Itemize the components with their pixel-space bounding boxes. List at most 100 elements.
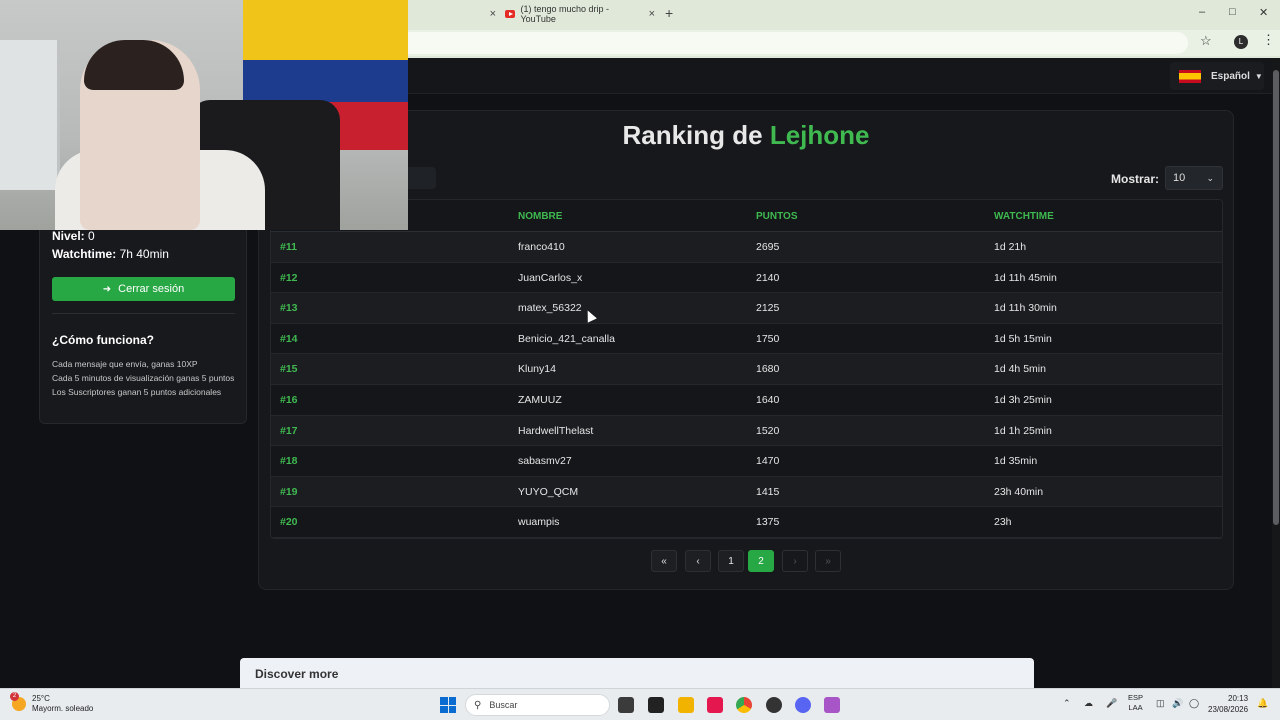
discord-icon[interactable] [795,697,811,713]
divider [52,313,235,314]
app-icon[interactable] [824,697,840,713]
clock-time: 20:13 [1228,694,1249,703]
restore-icon[interactable]: □ [1229,6,1236,18]
browser-menu-icon[interactable]: ⋮ [1262,32,1275,48]
next-page-button[interactable]: › [782,550,808,572]
capcut-icon[interactable] [648,697,664,713]
obs-icon[interactable] [766,697,782,713]
page-button-1[interactable]: 1 [718,550,744,572]
start-icon[interactable] [440,697,456,713]
rank-cell: #16 [280,394,298,406]
discover-more-banner[interactable]: Discover more [240,658,1034,688]
lang-top: ESP [1128,693,1144,702]
watchtime-cell: 1d 3h 25min [994,394,1052,406]
table-row[interactable]: #18 sabasmv27 1470 1d 35min [271,446,1222,477]
task-view-icon[interactable] [618,697,634,713]
watchtime-cell: 1d 4h 5min [994,363,1046,376]
file-explorer-icon[interactable] [678,697,694,713]
language-label: Español [1211,70,1250,82]
points-cell: 1680 [756,363,780,376]
table-header: NOMBRE PUNTOS WATCHTIME [271,200,1222,232]
weather-desc: Mayorm. soleado [32,704,94,713]
watchtime-cell: 1d 1h 25min [994,424,1052,437]
profile-avatar[interactable]: L [1234,35,1248,49]
lang-bottom: LAA [1128,703,1143,712]
taskbar-search-label: Buscar [489,700,518,710]
column-header-puntos[interactable]: PUNTOS [756,211,798,222]
nivel-stat: Nivel: 0 [52,229,95,243]
last-page-button[interactable]: » [815,550,841,572]
display-icon[interactable]: ◫ [1156,698,1165,709]
rule-item: Los Suscriptores ganan 5 puntos adiciona… [52,387,222,397]
watchtime-stat: Watchtime: 7h 40min [52,247,169,261]
points-cell: 1470 [756,455,780,468]
logout-button[interactable]: ➜ Cerrar sesión [52,277,235,301]
first-page-button[interactable]: « [651,550,677,572]
page-size-select[interactable]: 10 ⌄ [1165,166,1223,190]
points-cell: 2140 [756,271,780,284]
browser-tab[interactable]: × [410,3,496,25]
prev-page-button[interactable]: ‹ [685,550,711,572]
page-size-value: 10 [1173,172,1186,184]
bookmark-star-icon[interactable]: ☆ [1200,33,1212,49]
table-row[interactable]: #17 HardwellThelast 1520 1d 1h 25min [271,415,1222,447]
rank-cell: #17 [280,424,298,437]
name-cell: YUYO_QCM [518,485,579,498]
cloud-icon[interactable]: ☁ [1084,698,1093,709]
weather-temp: 25°C [32,694,50,703]
rank-cell: #12 [280,271,298,284]
taskbar-search[interactable]: ⚲ Buscar [465,694,610,716]
spain-flag-icon [1179,69,1201,83]
name-cell: sabasmv27 [518,455,572,468]
youtube-icon [505,10,516,18]
points-cell: 1520 [756,424,780,437]
table-row[interactable]: #20 wuampis 1375 23h [271,507,1222,538]
page-button-2[interactable]: 2 [748,550,774,572]
watchtime-value: 7h 40min [119,247,169,261]
table-row[interactable]: #14 Benicio_421_canalla 1750 1d 5h 15min [271,324,1222,355]
points-cell: 2125 [756,302,780,315]
tab-close-icon[interactable]: × [490,8,496,20]
search-input[interactable] [408,167,436,189]
table-row[interactable]: #15 Kluny14 1680 1d 4h 5min [271,354,1222,385]
search-icon: ⚲ [474,699,482,711]
volume-icon[interactable]: 🔊 [1172,698,1183,709]
table-row[interactable]: #12 JuanCarlos_x 2140 1d 11h 45min [271,263,1222,294]
points-cell: 1640 [756,394,780,406]
language-selector[interactable]: Español ▼ [1170,62,1264,90]
close-window-icon[interactable]: ✕ [1259,6,1268,19]
name-cell: Benicio_421_canalla [518,332,615,345]
table-row[interactable]: #19 YUYO_QCM 1415 23h 40min [271,476,1222,508]
column-header-watchtime[interactable]: WATCHTIME [994,211,1054,222]
browser-tab-youtube[interactable]: (1) tengo mucho drip - YouTube × [505,3,655,25]
input-language[interactable]: ESP LAA [1128,693,1143,713]
clock[interactable]: 20:13 23/08/2026 [1208,693,1248,715]
new-tab-button[interactable]: + [665,5,673,21]
minimize-icon[interactable]: – [1199,6,1205,18]
title-prefix: Ranking de [622,120,763,150]
notification-bell-icon[interactable]: 🔔 [1257,698,1268,709]
name-cell: wuampis [518,516,560,529]
name-cell: franco410 [518,241,565,253]
weather-widget[interactable]: 2 25°C Mayorm. soleado [10,692,94,714]
notification-badge: 2 [10,692,19,701]
rule-item: Cada 5 minutos de visualización ganas 5 … [52,373,235,383]
scrollbar-thumb[interactable] [1273,70,1279,525]
watchtime-cell: 23h 40min [994,485,1044,498]
ranking-table: NOMBRE PUNTOS WATCHTIME #11 franco410 2695… [270,199,1223,539]
chevron-up-icon[interactable]: ⌃ [1063,698,1071,709]
nivel-value: 0 [88,229,95,243]
tiktok-icon[interactable] [707,697,723,713]
table-row[interactable]: #16 ZAMUUZ 1640 1d 3h 25min [271,385,1222,416]
microphone-icon[interactable]: 🎤 [1106,698,1117,709]
table-row[interactable]: #13 matex_56322 2125 1d 11h 30min [271,293,1222,324]
watchtime-cell: 1d 11h 30min [994,302,1057,315]
streamer-name: Lejhone [769,120,870,150]
battery-icon[interactable]: ◯ [1189,698,1199,709]
name-cell: HardwellThelast [518,424,594,437]
table-row[interactable]: #11 franco410 2695 1d 21h [271,232,1222,263]
chrome-icon[interactable] [736,697,752,713]
column-header-nombre[interactable]: NOMBRE [518,211,562,222]
address-bar[interactable] [408,32,1188,54]
tab-close-icon[interactable]: × [649,8,655,20]
